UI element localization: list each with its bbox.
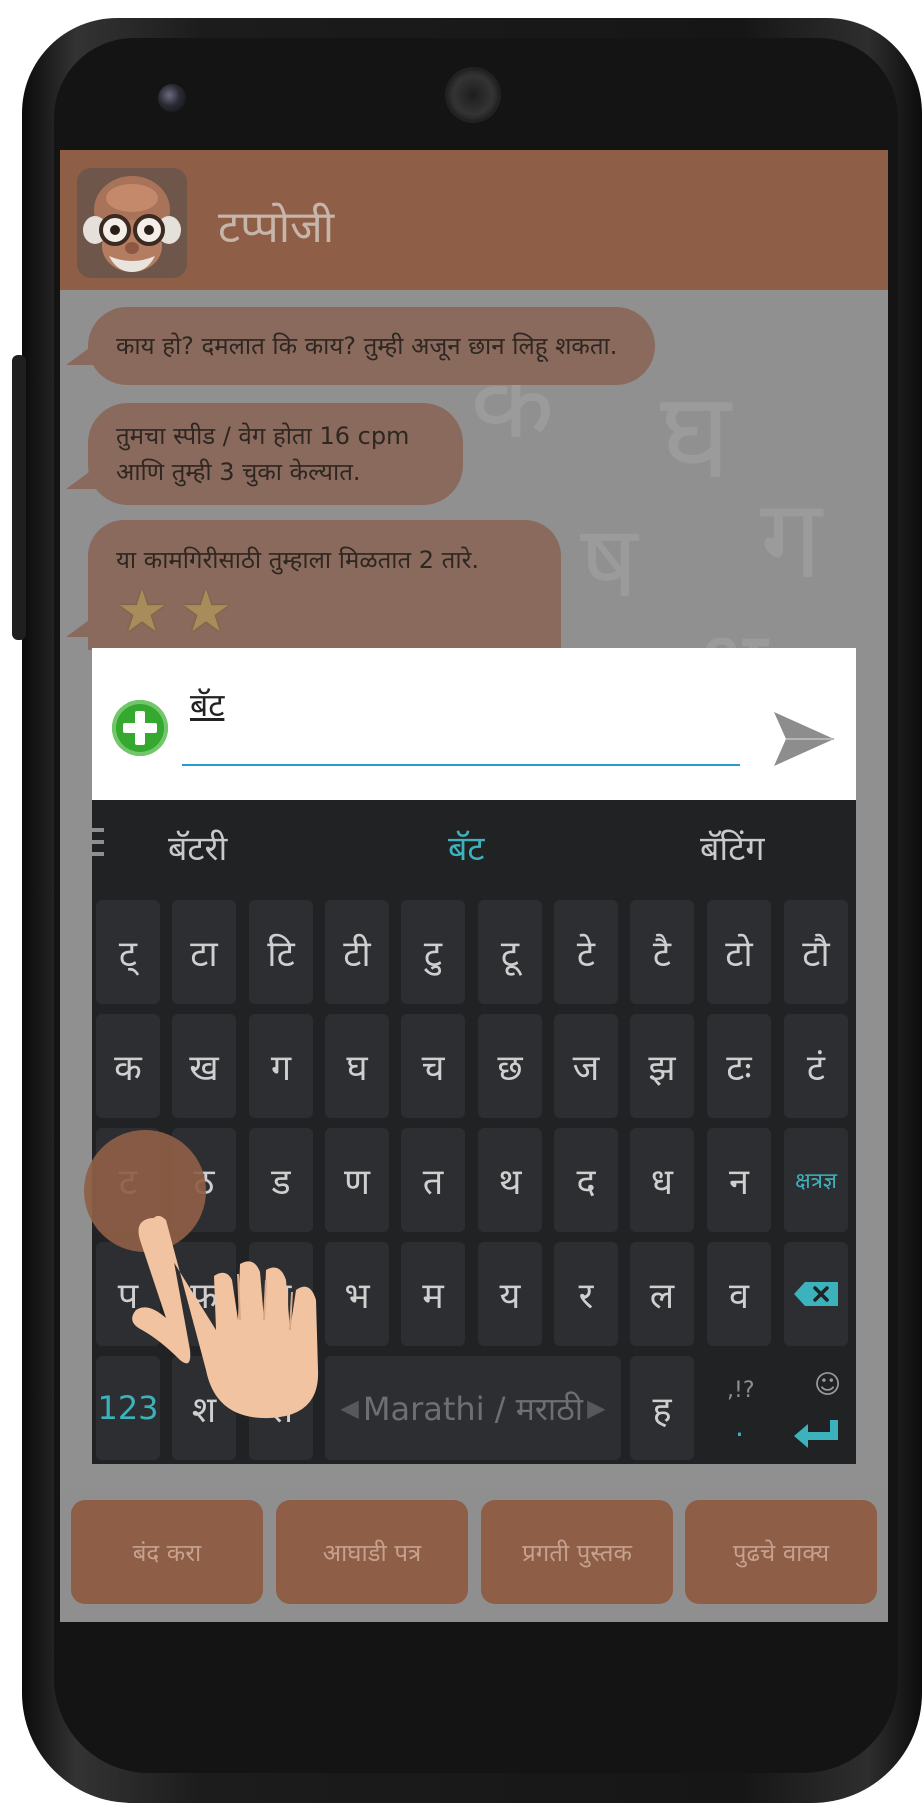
key[interactable]: ल: [630, 1242, 694, 1346]
backspace-key[interactable]: [784, 1242, 848, 1346]
spacebar-label: Marathi / मराठी: [362, 1389, 584, 1428]
key[interactable]: य: [478, 1242, 542, 1346]
key[interactable]: टे: [554, 900, 618, 1004]
key[interactable]: व: [707, 1242, 771, 1346]
enter-key[interactable]: ☺: [784, 1356, 848, 1460]
key[interactable]: ह: [630, 1356, 694, 1460]
key[interactable]: टै: [630, 900, 694, 1004]
key[interactable]: टी: [325, 900, 389, 1004]
key[interactable]: टा: [172, 900, 236, 1004]
key[interactable]: ग: [249, 1014, 313, 1118]
message-text: काय हो? दमलात कि काय? तुम्ही अजून छान लि…: [116, 332, 618, 360]
key[interactable]: त: [401, 1128, 465, 1232]
send-icon[interactable]: [772, 708, 836, 770]
emoji-icon[interactable]: ☺: [814, 1370, 841, 1400]
key[interactable]: र: [554, 1242, 618, 1346]
key[interactable]: द: [554, 1128, 618, 1232]
punctuation-label: ,!?: [727, 1378, 755, 1403]
side-button: [12, 355, 26, 640]
spacebar[interactable]: ◀ Marathi / मराठी ▶: [325, 1356, 621, 1460]
key[interactable]: टं: [784, 1014, 848, 1118]
mascot-icon: [83, 176, 181, 272]
punctuation-key[interactable]: ,!? .: [707, 1356, 771, 1460]
progress-book-button[interactable]: प्रगती पुस्तक: [481, 1500, 673, 1604]
app-bar: टप्पोजी: [60, 150, 888, 290]
key[interactable]: टो: [707, 900, 771, 1004]
key[interactable]: टौ: [784, 900, 848, 1004]
key[interactable]: टू: [478, 900, 542, 1004]
key[interactable]: ज: [554, 1014, 618, 1118]
key[interactable]: क: [96, 1014, 160, 1118]
dot-label: .: [735, 1410, 744, 1443]
key[interactable]: झ: [630, 1014, 694, 1118]
message-input[interactable]: [182, 678, 758, 730]
background-pattern: घ: [660, 367, 731, 506]
suggestion-1[interactable]: बॅटरी: [168, 824, 227, 870]
key[interactable]: म: [401, 1242, 465, 1346]
star-icon: ★: [116, 577, 168, 645]
key[interactable]: टः: [707, 1014, 771, 1118]
add-button[interactable]: [112, 700, 168, 756]
key[interactable]: च: [401, 1014, 465, 1118]
message-text: या कामगिरीसाठी तुम्हाला मिळतात 2 तारे.: [116, 546, 480, 574]
message-text: आणि तुम्ही 3 चुका केल्यात.: [116, 458, 361, 486]
lead-letter-button[interactable]: आघाडी पत्र: [276, 1500, 468, 1604]
action-bar: बंद करा आघाडी पत्र प्रगती पुस्तक पुढचे व…: [60, 1490, 888, 1622]
pointing-hand-icon: [132, 1215, 319, 1419]
app-title: टप्पोजी: [218, 202, 335, 253]
key-conjuncts[interactable]: क्षत्रज्ञ: [784, 1128, 848, 1232]
key[interactable]: टि: [249, 900, 313, 1004]
background-pattern: ग: [760, 475, 822, 603]
backspace-icon: [794, 1282, 838, 1306]
key[interactable]: ख: [172, 1014, 236, 1118]
suggestion-3[interactable]: बॅटिंग: [700, 824, 765, 870]
chevron-left-icon: ◀: [340, 1394, 359, 1422]
input-panel: [92, 648, 856, 800]
star-icon: ★: [180, 577, 232, 645]
suggestion-2[interactable]: बॅट: [448, 824, 485, 870]
chat-bubble: काय हो? दमलात कि काय? तुम्ही अजून छान लि…: [88, 307, 655, 385]
menu-icon[interactable]: [92, 828, 104, 864]
front-camera: [158, 84, 186, 112]
chevron-right-icon: ▶: [587, 1394, 606, 1422]
enter-icon: [794, 1420, 838, 1448]
key[interactable]: न: [707, 1128, 771, 1232]
input-underline: [182, 764, 740, 766]
chat-bubble: तुमचा स्पीड / वेग होता 16 cpm आणि तुम्ही…: [88, 403, 463, 505]
suggestion-bar: बॅटरी बॅट बॅटिंग: [92, 800, 856, 892]
background-pattern: ष: [580, 503, 638, 620]
key[interactable]: छ: [478, 1014, 542, 1118]
next-sentence-button[interactable]: पुढचे वाक्य: [685, 1500, 877, 1604]
close-button[interactable]: बंद करा: [71, 1500, 263, 1604]
earpiece-speaker: [448, 70, 498, 120]
key[interactable]: थ: [478, 1128, 542, 1232]
key[interactable]: घ: [325, 1014, 389, 1118]
message-text: तुमचा स्पीड / वेग होता 16 cpm: [116, 422, 410, 450]
avatar: [77, 168, 187, 278]
key[interactable]: टु: [401, 900, 465, 1004]
key[interactable]: ट्: [96, 900, 160, 1004]
key[interactable]: ध: [630, 1128, 694, 1232]
